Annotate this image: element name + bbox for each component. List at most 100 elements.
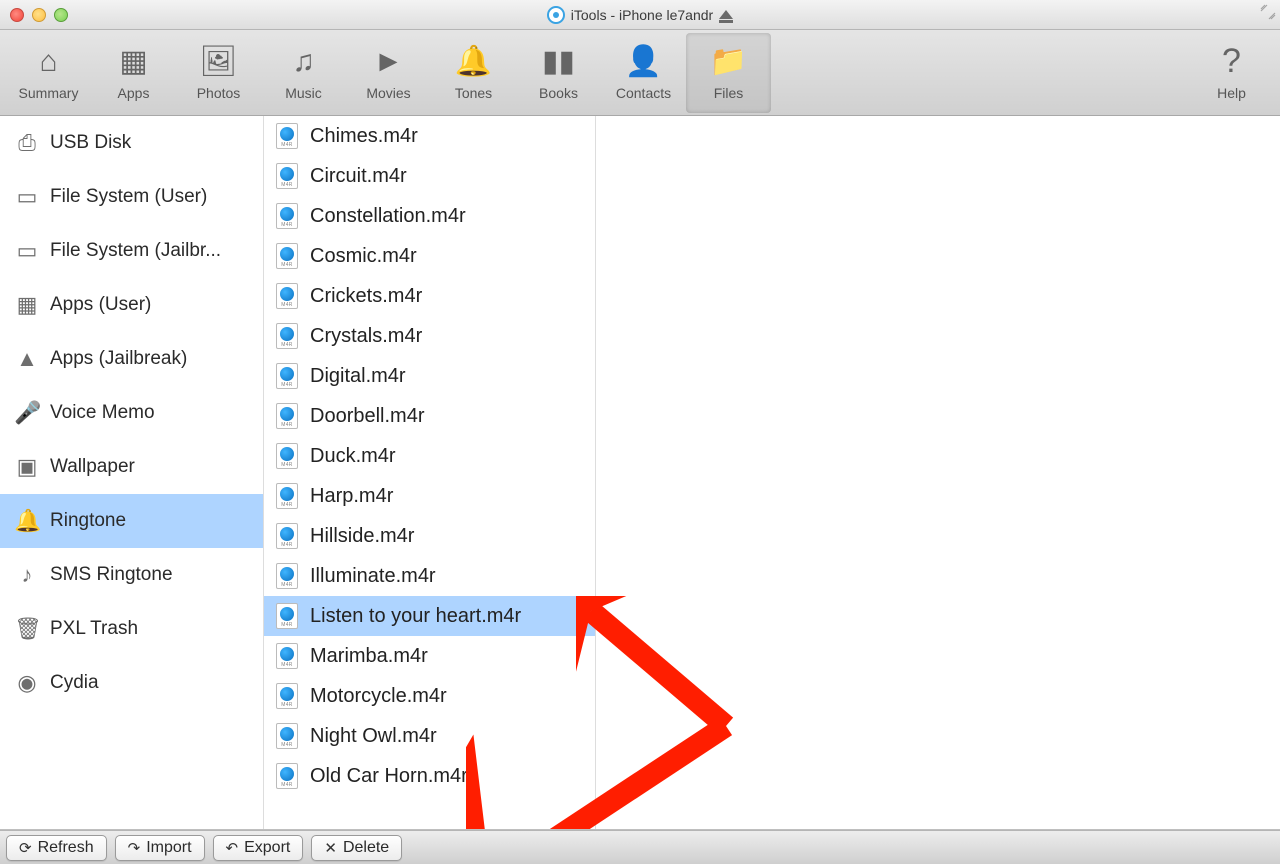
sidebar-item-label: PXL Trash	[50, 618, 138, 640]
sidebar-item-cydia[interactable]: ◉Cydia	[0, 656, 263, 710]
toolbar-item-apps[interactable]: ▦Apps	[91, 33, 176, 113]
file-name: Crickets.m4r	[310, 285, 422, 308]
file-name: Hillside.m4r	[310, 525, 414, 548]
import-button[interactable]: ↷ Import	[115, 835, 205, 861]
toolbar-item-music[interactable]: ♫Music	[261, 33, 346, 113]
toolbar-item-photos[interactable]: 🖼Photos	[176, 33, 261, 113]
sidebar-item-label: Apps (Jailbreak)	[50, 348, 187, 370]
file-row[interactable]: Marimba.m4r	[264, 636, 595, 676]
file-name: Chimes.m4r	[310, 125, 418, 148]
file-row[interactable]: Old Car Horn.m4r	[264, 756, 595, 796]
sidebar-item-wallpaper[interactable]: ▣Wallpaper	[0, 440, 263, 494]
refresh-button[interactable]: ⟳ Refresh	[6, 835, 107, 861]
ringtone-file-icon	[276, 123, 298, 149]
ringtone-file-icon	[276, 243, 298, 269]
toolbar-item-movies[interactable]: ►Movies	[346, 33, 431, 113]
refresh-label: Refresh	[38, 839, 94, 857]
apps-icon: ▦	[14, 292, 40, 318]
file-row[interactable]: Digital.m4r	[264, 356, 595, 396]
folder-icon: 📁	[710, 45, 747, 79]
zoom-button[interactable]	[54, 8, 68, 22]
contact-icon: 👤	[625, 45, 662, 79]
sidebar-item-label: File System (User)	[50, 186, 207, 208]
toolbar-item-books[interactable]: ▮▮Books	[516, 33, 601, 113]
file-row[interactable]: Chimes.m4r	[264, 116, 595, 156]
ringtone-file-icon	[276, 723, 298, 749]
toolbar-item-files[interactable]: 📁 Files	[686, 33, 771, 113]
mic-icon: 🎤	[14, 400, 40, 426]
file-name: Motorcycle.m4r	[310, 685, 447, 708]
file-row[interactable]: Crystals.m4r	[264, 316, 595, 356]
sidebar-item-apps-user[interactable]: ▦Apps (User)	[0, 278, 263, 332]
file-row[interactable]: Night Owl.m4r	[264, 716, 595, 756]
file-name: Doorbell.m4r	[310, 405, 424, 428]
file-row[interactable]: Cosmic.m4r	[264, 236, 595, 276]
file-name: Crystals.m4r	[310, 325, 422, 348]
ringtone-file-icon	[276, 643, 298, 669]
sidebar: ⎙USB Disk▭File System (User)▭File System…	[0, 116, 264, 829]
file-row[interactable]: Doorbell.m4r	[264, 396, 595, 436]
ringtone-file-icon	[276, 523, 298, 549]
detail-pane	[596, 116, 1280, 829]
file-row[interactable]: Listen to your heart.m4r	[264, 596, 595, 636]
toolbar-item-label: Files	[714, 85, 744, 101]
sidebar-item-ringtone[interactable]: 🔔 Ringtone	[0, 494, 263, 548]
delete-icon: ✕	[324, 839, 337, 857]
ringtone-file-icon	[276, 443, 298, 469]
file-name: Marimba.m4r	[310, 645, 428, 668]
sidebar-item-file-system-jailbr[interactable]: ▭ File System (Jailbr...	[0, 224, 263, 278]
toolbar-item-help[interactable]: ?Help	[1189, 33, 1274, 113]
file-row[interactable]: Illuminate.m4r	[264, 556, 595, 596]
file-row[interactable]: Constellation.m4r	[264, 196, 595, 236]
trash-icon: 🗑	[14, 616, 40, 642]
apps-jb-icon: ▲	[14, 346, 40, 372]
file-name: Old Car Horn.m4r	[310, 765, 468, 788]
ringtone-file-icon	[276, 563, 298, 589]
main-area: ⎙USB Disk▭File System (User)▭File System…	[0, 116, 1280, 830]
sidebar-item-label: Ringtone	[50, 510, 126, 532]
sidebar-item-apps-jailbreak[interactable]: ▲ Apps (Jailbreak)	[0, 332, 263, 386]
file-list: Chimes.m4r Circuit.m4r Constellation.m4r Co…	[264, 116, 596, 829]
import-icon: ↷	[128, 839, 141, 857]
file-name: Circuit.m4r	[310, 165, 407, 188]
file-row[interactable]: Motorcycle.m4r	[264, 676, 595, 716]
file-name: Cosmic.m4r	[310, 245, 417, 268]
toolbar-item-contacts[interactable]: 👤 Contacts	[601, 33, 686, 113]
sidebar-item-label: Wallpaper	[50, 456, 135, 478]
refresh-icon: ⟳	[19, 839, 32, 857]
home-icon: ⌂	[39, 45, 57, 79]
minimize-button[interactable]	[32, 8, 46, 22]
file-row[interactable]: Circuit.m4r	[264, 156, 595, 196]
delete-button[interactable]: ✕ Delete	[311, 835, 402, 861]
sidebar-item-pxl-trash[interactable]: 🗑 PXL Trash	[0, 602, 263, 656]
app-logo-icon	[547, 6, 565, 24]
file-row[interactable]: Duck.m4r	[264, 436, 595, 476]
file-name: Illuminate.m4r	[310, 565, 436, 588]
device-icon: ▭	[14, 238, 40, 264]
titlebar: iTools - iPhone le7andr	[0, 0, 1280, 30]
file-row[interactable]: Crickets.m4r	[264, 276, 595, 316]
export-button[interactable]: ↶ Export	[213, 835, 304, 861]
ringtone-file-icon	[276, 483, 298, 509]
bell-icon: 🔔	[14, 508, 40, 534]
sidebar-item-label: File System (Jailbr...	[50, 240, 221, 262]
file-name: Constellation.m4r	[310, 205, 466, 228]
file-row[interactable]: Harp.m4r	[264, 476, 595, 516]
toolbar-item-tones[interactable]: 🔔Tones	[431, 33, 516, 113]
file-name: Digital.m4r	[310, 365, 406, 388]
sidebar-item-voice-memo[interactable]: 🎤Voice Memo	[0, 386, 263, 440]
toolbar-item-label: Contacts	[616, 85, 671, 101]
toolbar-item-summary[interactable]: ⌂Summary	[6, 33, 91, 113]
sidebar-item-sms-ringtone[interactable]: ♪SMS Ringtone	[0, 548, 263, 602]
file-name: Duck.m4r	[310, 445, 396, 468]
play-icon: ►	[374, 45, 404, 79]
file-row[interactable]: Hillside.m4r	[264, 516, 595, 556]
sidebar-item-file-system-user[interactable]: ▭File System (User)	[0, 170, 263, 224]
toolbar-item-label: Apps	[118, 85, 150, 101]
eject-icon[interactable]	[719, 10, 733, 19]
export-label: Export	[244, 839, 290, 857]
ringtone-file-icon	[276, 403, 298, 429]
sidebar-item-usb-disk[interactable]: ⎙USB Disk	[0, 116, 263, 170]
fullscreen-icon[interactable]	[1260, 4, 1276, 20]
close-button[interactable]	[10, 8, 24, 22]
